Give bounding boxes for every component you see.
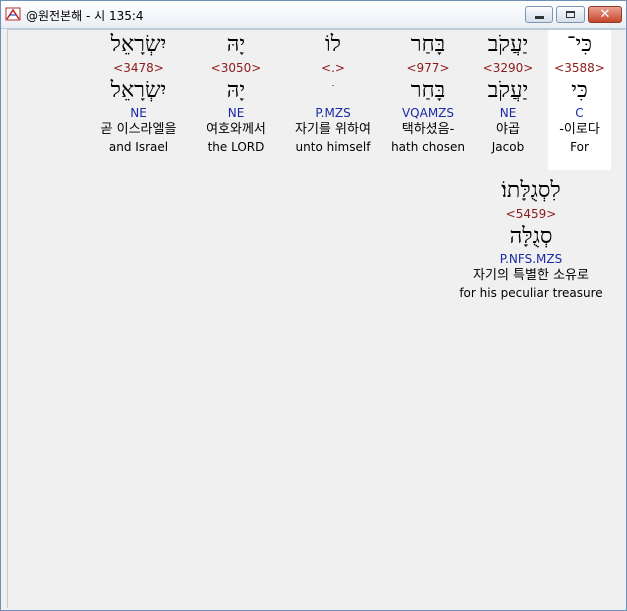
word-cell[interactable]: יִשְׂרָאֵל <3478> יִשְׂרָאֵל NE 곧 이스라엘을 … [88,30,189,170]
hebrew-lemma: יַעֲקֹב [487,78,529,103]
english-gloss: hath chosen [391,140,465,154]
strong-number[interactable]: <977> [388,60,468,77]
window-title: @원전본해 - 시 135:4 [26,9,144,23]
english-gloss: for his peculiar treasure [459,286,603,300]
word-cell[interactable]: לוֹ <.> ׁ P.MZS 자기를 위하여 unto himself [283,30,383,170]
korean-gloss: 여호와께서 [206,122,266,137]
hebrew-word: יַעֲקֹב [487,32,529,57]
maximize-icon [566,11,575,18]
hebrew-lemma: סְגֻלָּה [509,224,553,249]
hebrew-word: בָּחַר [410,32,446,57]
minimize-icon [535,16,544,19]
strong-number[interactable]: <3588> [548,60,611,77]
morphology-code[interactable]: C [548,105,611,121]
hebrew-lemma: כִּי [571,78,588,103]
english-gloss: the LORD [207,140,265,154]
korean-gloss: 자기를 위하여 [295,122,371,137]
close-button[interactable]: ✕ [588,6,622,23]
korean-gloss: 곧 이스라엘을 [100,122,177,137]
title-bar[interactable]: @원전본해 - 시 135:4 ✕ [1,1,626,29]
hebrew-lemma: יָהּ [226,78,246,103]
strong-number[interactable]: <3290> [473,60,543,77]
morphology-code[interactable]: NE [88,105,189,121]
maximize-button[interactable] [556,6,585,23]
hebrew-lemma: בָּחַר [410,78,446,103]
morphology-code[interactable]: P.NFS.MZS [453,251,609,267]
minimize-button[interactable] [525,6,553,23]
morphology-code[interactable]: VQAMZS [388,105,468,121]
korean-gloss: 자기의 특별한 소유로 [473,268,589,283]
hebrew-word: לוֹ [325,32,341,57]
hebrew-lemma: ׁ [283,77,383,105]
morphology-code[interactable]: NE [194,105,278,121]
strong-number[interactable]: <3478> [88,60,189,77]
hebrew-word: יָהּ [226,32,246,57]
word-cell[interactable]: יָהּ <3050> יָהּ NE 여호와께서 the LORD [194,30,278,170]
hebrew-word: כִּי־ [567,32,592,57]
hebrew-word: לִסְגֻלָּתוֹ׃ [501,178,561,203]
korean-gloss: -이로다 [559,122,600,137]
korean-gloss: 야곱 [496,122,520,137]
english-gloss: For [570,140,589,154]
hebrew-word: יִשְׂרָאֵל [110,32,167,57]
korean-gloss: 택하셨음- [401,122,455,137]
hebrew-lemma: יִשְׂרָאֵל [110,78,167,103]
morphology-code[interactable]: P.MZS [283,105,383,121]
interlinear-content[interactable]: כִּי־ <3588> כִּי C -이로다 For יַעֲקֹב <32… [7,29,625,608]
strong-number[interactable]: <3050> [194,60,278,77]
app-window: @원전본해 - 시 135:4 ✕ כִּי־ <3588> כִּי C -이… [0,0,627,611]
english-gloss: and Israel [108,140,169,154]
strong-number[interactable]: <5459> [453,206,609,223]
english-gloss: unto himself [295,140,371,154]
word-cell[interactable]: בָּחַר <977> בָּחַר VQAMZS 택하셨음- hath ch… [388,30,468,170]
app-icon [5,7,21,21]
strong-number[interactable]: <.> [283,60,383,77]
word-cell[interactable]: לִסְגֻלָּתוֹ׃ <5459> סְגֻלָּה P.NFS.MZS … [453,176,609,308]
word-cell[interactable]: יַעֲקֹב <3290> יַעֲקֹב NE 야곱 Jacob [473,30,543,170]
morphology-code[interactable]: NE [473,105,543,121]
word-cell[interactable]: כִּי־ <3588> כִּי C -이로다 For [548,30,611,170]
english-gloss: Jacob [491,140,525,154]
close-icon: ✕ [599,7,611,22]
